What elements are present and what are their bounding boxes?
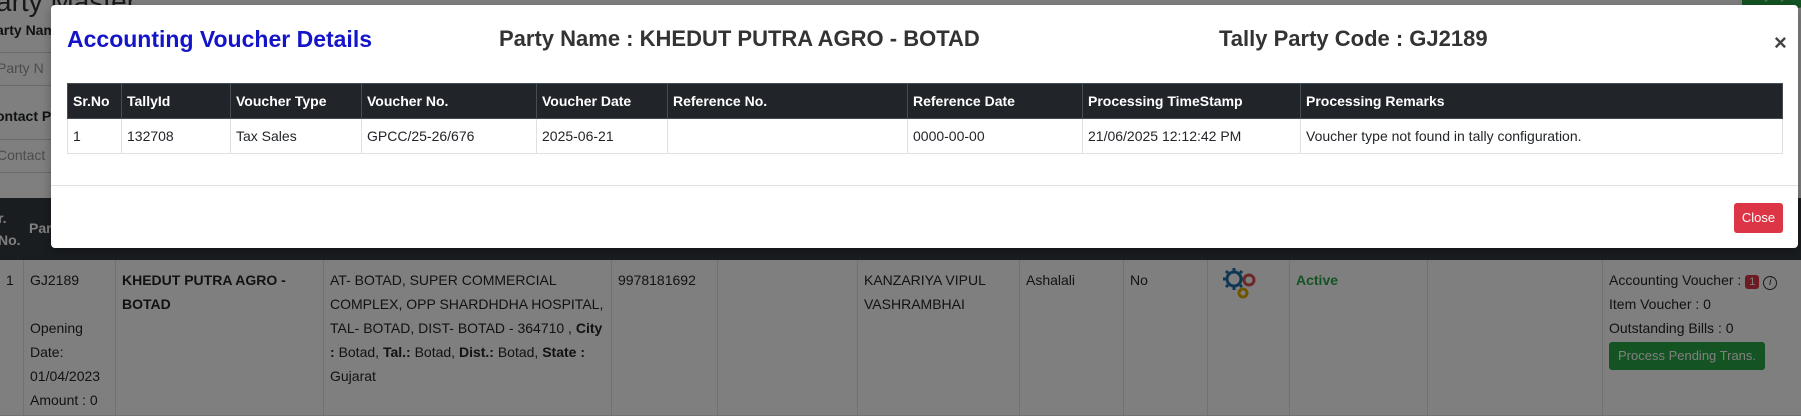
voucher-table: Sr.No TallyId Voucher Type Voucher No. V… — [67, 83, 1783, 154]
cell-voucher-no: GPCC/25-26/676 — [361, 118, 537, 154]
close-icon[interactable]: × — [1774, 32, 1787, 54]
cell-voucher-type: Tax Sales — [230, 118, 362, 154]
accounting-voucher-modal: Accounting Voucher Details Party Name : … — [51, 5, 1798, 248]
voucher-table-header-row: Sr.No TallyId Voucher Type Voucher No. V… — [67, 83, 1783, 119]
col-header-voucher-no: Voucher No. — [361, 83, 537, 119]
cell-tally-id: 132708 — [121, 118, 231, 154]
col-header-processing-timestamp: Processing TimeStamp — [1082, 83, 1301, 119]
col-header-reference-date: Reference Date — [907, 83, 1083, 119]
cell-voucher-date: 2025-06-21 — [536, 118, 668, 154]
col-header-sr-no: Sr.No — [67, 83, 122, 119]
col-header-voucher-type: Voucher Type — [230, 83, 362, 119]
cell-reference-no — [667, 118, 908, 154]
voucher-table-wrapper: Sr.No TallyId Voucher Type Voucher No. V… — [67, 83, 1783, 154]
col-header-tally-id: TallyId — [121, 83, 231, 119]
col-header-reference-no: Reference No. — [667, 83, 908, 119]
cell-sr-no: 1 — [67, 118, 122, 154]
modal-title: Accounting Voucher Details — [67, 26, 373, 52]
cell-reference-date: 0000-00-00 — [907, 118, 1083, 154]
table-row: 1 132708 Tax Sales GPCC/25-26/676 2025-0… — [67, 118, 1783, 154]
cell-processing-timestamp: 21/06/2025 12:12:42 PM — [1082, 118, 1301, 154]
modal-party-code: Tally Party Code : GJ2189 — [1219, 26, 1488, 51]
cell-processing-remarks: Voucher type not found in tally configur… — [1300, 118, 1783, 154]
modal-footer-divider — [51, 185, 1798, 186]
close-button[interactable]: Close — [1734, 203, 1783, 233]
modal-party-name: Party Name : KHEDUT PUTRA AGRO - BOTAD — [499, 26, 980, 51]
modal-header: Accounting Voucher Details Party Name : … — [51, 5, 1798, 70]
col-header-processing-remarks: Processing Remarks — [1300, 83, 1783, 119]
col-header-voucher-date: Voucher Date — [536, 83, 668, 119]
